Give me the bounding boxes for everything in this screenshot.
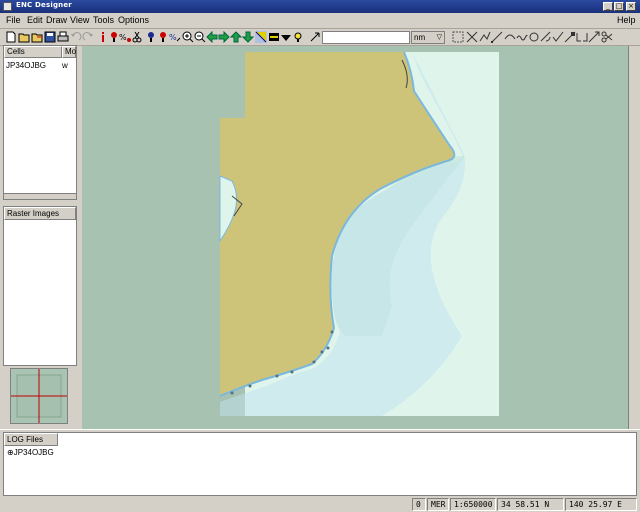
log-files-panel: LOG Files ⊕JP34OJBG bbox=[3, 432, 637, 496]
app-icon[interactable] bbox=[3, 2, 12, 11]
pan-right-icon[interactable] bbox=[218, 31, 230, 43]
draw-check-icon[interactable] bbox=[552, 31, 564, 43]
cells-horizontal-scrollbar[interactable] bbox=[4, 193, 76, 199]
raster-images-panel: Raster Images bbox=[3, 206, 77, 366]
menu-view[interactable]: View bbox=[70, 15, 89, 25]
log-files-header: LOG Files bbox=[4, 433, 58, 446]
overview-map[interactable] bbox=[10, 368, 68, 424]
toolbar: % % bbox=[0, 29, 640, 46]
status-latitude: 34 58.51 N bbox=[497, 498, 564, 511]
grid-select-icon[interactable] bbox=[452, 31, 464, 43]
new-file-icon[interactable] bbox=[5, 31, 17, 43]
select-area-icon[interactable] bbox=[255, 31, 267, 43]
draw-line-icon[interactable] bbox=[466, 31, 478, 43]
pin-icon[interactable] bbox=[145, 31, 157, 43]
pan-up-icon[interactable] bbox=[230, 31, 242, 43]
cells-panel: Cells Mo JP34OJBG w bbox=[3, 45, 77, 200]
status-scale: 1:650000 bbox=[450, 498, 496, 511]
menu-draw[interactable]: Draw bbox=[46, 15, 67, 25]
log-entry[interactable]: ⊕JP34OJBG bbox=[7, 448, 54, 457]
log-entry-label: JP34OJBG bbox=[13, 448, 54, 457]
draw-segment-icon[interactable] bbox=[491, 31, 503, 43]
unit-select-value: nm bbox=[414, 33, 426, 42]
pointer-icon[interactable] bbox=[309, 31, 321, 43]
cut-icon[interactable] bbox=[131, 31, 143, 43]
draw-polyline-icon[interactable] bbox=[479, 31, 491, 43]
percent-tool-icon[interactable]: % bbox=[119, 31, 131, 43]
zoom-in-icon[interactable] bbox=[182, 31, 194, 43]
svg-text:%: % bbox=[119, 33, 127, 42]
status-bar: 0 MER 1:650000 34 58.51 N 140 25.97 E bbox=[0, 497, 640, 512]
cell-row-mode[interactable]: w bbox=[62, 61, 68, 70]
merge-icon[interactable] bbox=[588, 31, 600, 43]
layer-icon[interactable] bbox=[280, 31, 292, 43]
zoom-out-icon[interactable] bbox=[194, 31, 206, 43]
draw-wave-icon[interactable] bbox=[516, 31, 528, 43]
undo-icon[interactable] bbox=[70, 31, 82, 43]
title-bar: ENC Designer _ □ × bbox=[0, 0, 640, 13]
scissors-icon[interactable] bbox=[601, 31, 613, 43]
chevron-down-icon: ▽ bbox=[436, 34, 442, 41]
chart-display-icon[interactable] bbox=[268, 31, 280, 43]
draw-curve-icon[interactable] bbox=[504, 31, 516, 43]
cells-column-header[interactable]: Cells bbox=[4, 46, 62, 58]
overview-crosshair-icon bbox=[11, 369, 67, 423]
draw-vertex-icon[interactable] bbox=[564, 31, 576, 43]
close-button[interactable]: × bbox=[626, 2, 636, 11]
pan-left-icon[interactable] bbox=[206, 31, 218, 43]
nautical-chart bbox=[219, 51, 499, 416]
menu-file[interactable]: File bbox=[6, 15, 21, 25]
raster-images-header: Raster Images bbox=[4, 207, 76, 220]
menu-help[interactable]: Help bbox=[617, 15, 636, 25]
svg-text:%: % bbox=[169, 33, 177, 42]
open-cell-icon[interactable] bbox=[31, 31, 43, 43]
status-count: 0 bbox=[412, 498, 426, 511]
menu-bar: File Edit Draw View Tools Options Help bbox=[0, 13, 640, 29]
pan-down-icon[interactable] bbox=[242, 31, 254, 43]
print-icon[interactable] bbox=[57, 31, 69, 43]
draw-circle-icon[interactable] bbox=[528, 31, 540, 43]
percent-blue-icon[interactable]: % bbox=[169, 31, 181, 43]
status-projection: MER bbox=[427, 498, 449, 511]
chart-map-view[interactable] bbox=[82, 46, 640, 429]
mode-column-header[interactable]: Mo bbox=[62, 46, 76, 58]
maximize-button[interactable]: □ bbox=[614, 2, 624, 11]
draw-arc-icon[interactable] bbox=[540, 31, 552, 43]
unit-select[interactable]: nm ▽ bbox=[411, 31, 445, 44]
light-bulb-icon[interactable] bbox=[292, 31, 304, 43]
save-icon[interactable] bbox=[44, 31, 56, 43]
menu-options[interactable]: Options bbox=[118, 15, 149, 25]
redo-icon[interactable] bbox=[82, 31, 94, 43]
split-icon[interactable] bbox=[576, 31, 588, 43]
menu-tools[interactable]: Tools bbox=[93, 15, 114, 25]
menu-edit[interactable]: Edit bbox=[27, 15, 43, 25]
tree-expander-icon[interactable]: ⊕ bbox=[7, 448, 14, 457]
open-folder-icon[interactable] bbox=[18, 31, 30, 43]
minimize-button[interactable]: _ bbox=[603, 2, 613, 11]
status-longitude: 140 25.97 E bbox=[565, 498, 637, 511]
cell-row-name[interactable]: JP34OJBG bbox=[6, 61, 46, 70]
window-title: ENC Designer bbox=[16, 1, 72, 9]
marker-icon[interactable] bbox=[157, 31, 169, 43]
scale-input[interactable] bbox=[322, 31, 410, 44]
map-vertical-scrollbar[interactable] bbox=[628, 46, 640, 429]
